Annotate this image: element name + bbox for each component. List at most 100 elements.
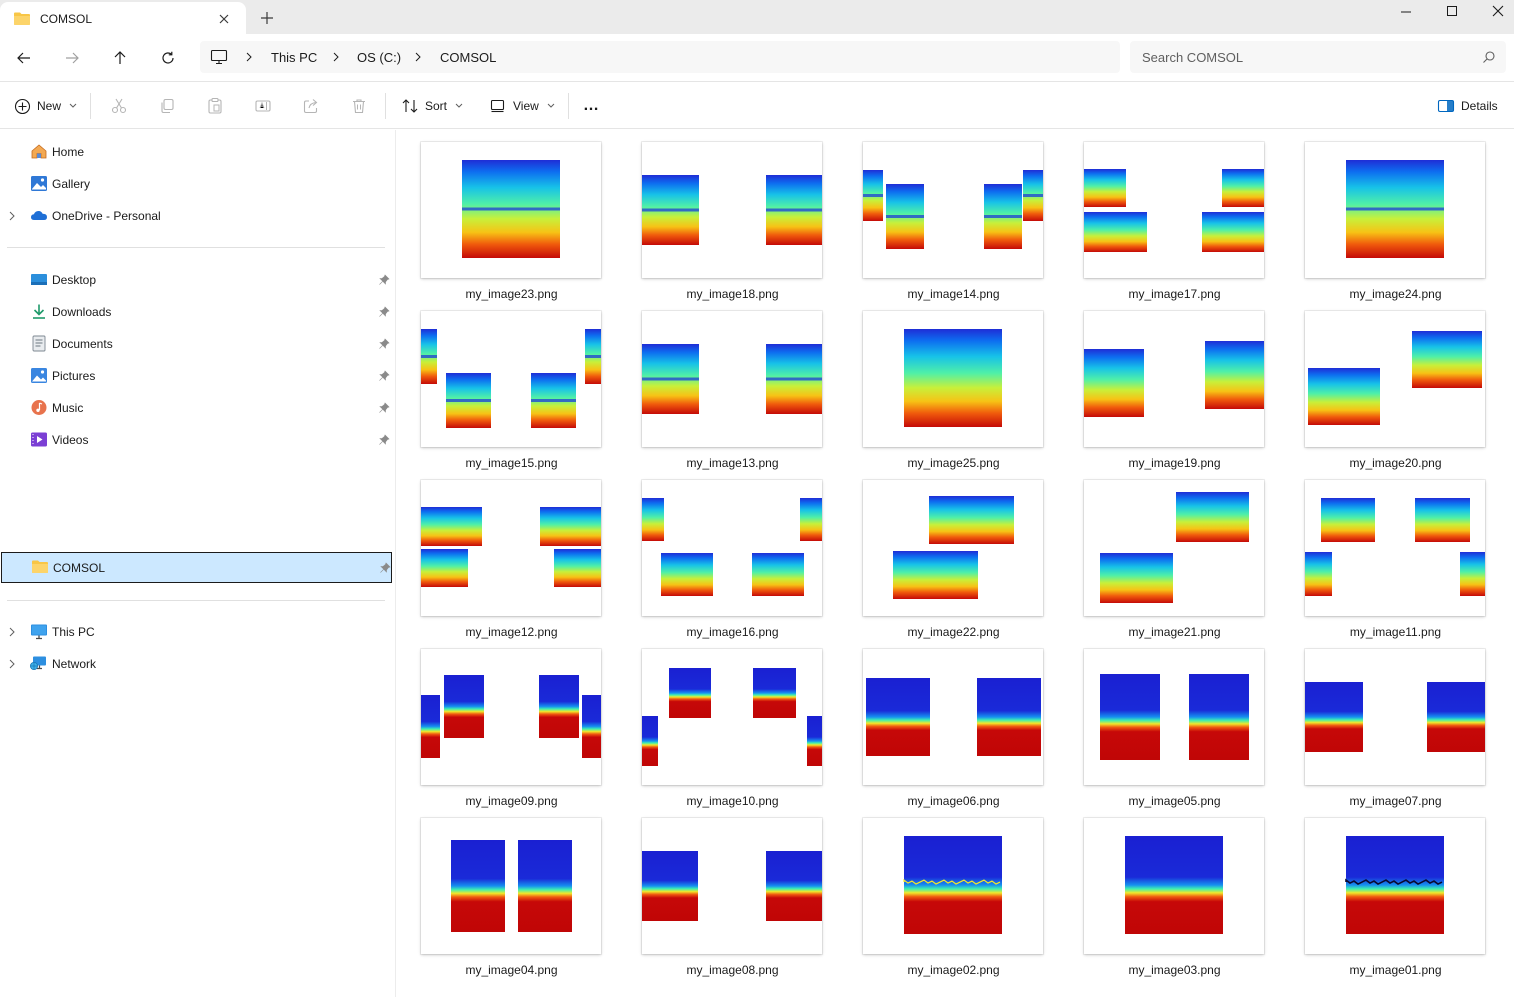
monitor-icon[interactable] (210, 49, 228, 65)
file-tile[interactable]: my_image05.png (1060, 637, 1266, 808)
details-button[interactable]: Details (1437, 92, 1498, 120)
file-thumbnail[interactable] (1305, 480, 1485, 616)
file-tile[interactable]: my_image11.png (1281, 468, 1487, 639)
up-button[interactable] (106, 44, 134, 72)
file-thumbnail[interactable] (642, 142, 822, 278)
back-button[interactable] (10, 44, 38, 72)
file-tile[interactable]: my_image09.png (397, 637, 603, 808)
chevron-right-icon[interactable] (8, 211, 16, 221)
file-tile[interactable]: my_image06.png (839, 637, 1045, 808)
pin-icon[interactable] (379, 562, 391, 574)
file-tile[interactable]: my_image04.png (397, 806, 603, 977)
file-thumbnail[interactable] (863, 649, 1043, 785)
file-tile[interactable]: my_image23.png (397, 130, 603, 301)
chevron-right-icon[interactable] (8, 659, 16, 669)
view-button[interactable]: View (489, 92, 555, 120)
file-thumbnail[interactable] (1084, 818, 1264, 954)
file-thumbnail[interactable] (642, 649, 822, 785)
file-tile[interactable]: my_image16.png (618, 468, 824, 639)
file-thumbnail[interactable] (1305, 311, 1485, 447)
file-thumbnail[interactable] (642, 480, 822, 616)
minimize-button[interactable] (1383, 0, 1429, 30)
maximize-button[interactable] (1429, 0, 1475, 30)
cut-icon[interactable] (110, 97, 128, 115)
file-tile[interactable]: my_image01.png (1281, 806, 1487, 977)
file-tile[interactable]: my_image25.png (839, 299, 1045, 470)
new-tab-button[interactable] (258, 9, 276, 27)
chevron-right-icon[interactable] (8, 627, 16, 637)
crumb-os-c[interactable]: OS (C:) (357, 50, 401, 65)
crumb-this-pc[interactable]: This PC (271, 50, 317, 65)
crumb-comsol[interactable]: COMSOL (440, 50, 496, 65)
file-thumbnail[interactable] (1305, 142, 1485, 278)
file-tile[interactable]: my_image21.png (1060, 468, 1266, 639)
copy-icon[interactable] (158, 97, 176, 115)
file-tile[interactable]: my_image17.png (1060, 130, 1266, 301)
rename-icon[interactable] (254, 97, 272, 115)
close-window-button[interactable] (1475, 0, 1514, 30)
file-tile[interactable]: my_image20.png (1281, 299, 1487, 470)
pin-icon[interactable] (378, 370, 390, 382)
breadcrumb[interactable]: This PC OS (C:) COMSOL (200, 41, 1120, 73)
new-button[interactable]: New (14, 92, 77, 120)
pin-icon[interactable] (378, 274, 390, 286)
file-tile[interactable]: my_image08.png (618, 806, 824, 977)
file-tile[interactable]: my_image07.png (1281, 637, 1487, 808)
chevron-right-icon[interactable] (332, 52, 340, 62)
pin-icon[interactable] (378, 434, 390, 446)
file-thumbnail[interactable] (1305, 649, 1485, 785)
sidebar-item-videos[interactable]: Videos (0, 426, 392, 454)
file-thumbnail[interactable] (642, 311, 822, 447)
file-tile[interactable]: my_image15.png (397, 299, 603, 470)
sidebar-item-downloads[interactable]: Downloads (0, 298, 392, 326)
file-thumbnail[interactable] (863, 480, 1043, 616)
file-thumbnail[interactable] (863, 818, 1043, 954)
file-tile[interactable]: my_image24.png (1281, 130, 1487, 301)
sidebar-item-desktop[interactable]: Desktop (0, 266, 392, 294)
sidebar-item-comsol[interactable]: COMSOL (1, 552, 392, 583)
sidebar-item-network[interactable]: Network (0, 650, 392, 678)
file-tile[interactable]: my_image02.png (839, 806, 1045, 977)
file-thumbnail[interactable] (642, 818, 822, 954)
delete-icon[interactable] (350, 97, 368, 115)
share-icon[interactable] (302, 97, 320, 115)
file-thumbnail[interactable] (421, 649, 601, 785)
file-thumbnail[interactable] (421, 311, 601, 447)
sidebar-item-home[interactable]: Home (0, 138, 392, 166)
file-tile[interactable]: my_image12.png (397, 468, 603, 639)
sidebar-item-pictures[interactable]: Pictures (0, 362, 392, 390)
file-thumbnail[interactable] (863, 311, 1043, 447)
file-tile[interactable]: my_image19.png (1060, 299, 1266, 470)
sidebar-item-onedrive[interactable]: OneDrive - Personal (0, 202, 392, 230)
chevron-right-icon[interactable] (414, 52, 422, 62)
file-tile[interactable]: my_image22.png (839, 468, 1045, 639)
paste-icon[interactable] (206, 97, 224, 115)
file-tile[interactable]: my_image14.png (839, 130, 1045, 301)
sidebar-item-documents[interactable]: Documents (0, 330, 392, 358)
file-thumbnail[interactable] (421, 480, 601, 616)
file-thumbnail[interactable] (1084, 311, 1264, 447)
sidebar-item-music[interactable]: Music (0, 394, 392, 422)
chevron-right-icon[interactable] (245, 52, 253, 62)
pin-icon[interactable] (378, 402, 390, 414)
file-tile[interactable]: my_image18.png (618, 130, 824, 301)
close-tab-icon[interactable] (216, 11, 232, 27)
file-thumbnail[interactable] (1305, 818, 1485, 954)
file-tile[interactable]: my_image13.png (618, 299, 824, 470)
pin-icon[interactable] (378, 306, 390, 318)
file-tile[interactable]: my_image10.png (618, 637, 824, 808)
pin-icon[interactable] (378, 338, 390, 350)
file-thumbnail[interactable] (1084, 649, 1264, 785)
search-box[interactable] (1130, 41, 1506, 73)
more-options-button[interactable]: … (583, 92, 600, 120)
refresh-button[interactable] (154, 44, 182, 72)
sidebar-item-this-pc[interactable]: This PC (0, 618, 392, 646)
search-input[interactable] (1142, 47, 1462, 67)
file-thumbnail[interactable] (1084, 480, 1264, 616)
file-thumbnail[interactable] (863, 142, 1043, 278)
search-icon[interactable] (1482, 50, 1496, 64)
file-thumbnail[interactable] (421, 818, 601, 954)
forward-button[interactable] (58, 44, 86, 72)
file-tile[interactable]: my_image03.png (1060, 806, 1266, 977)
file-thumbnail[interactable] (421, 142, 601, 278)
